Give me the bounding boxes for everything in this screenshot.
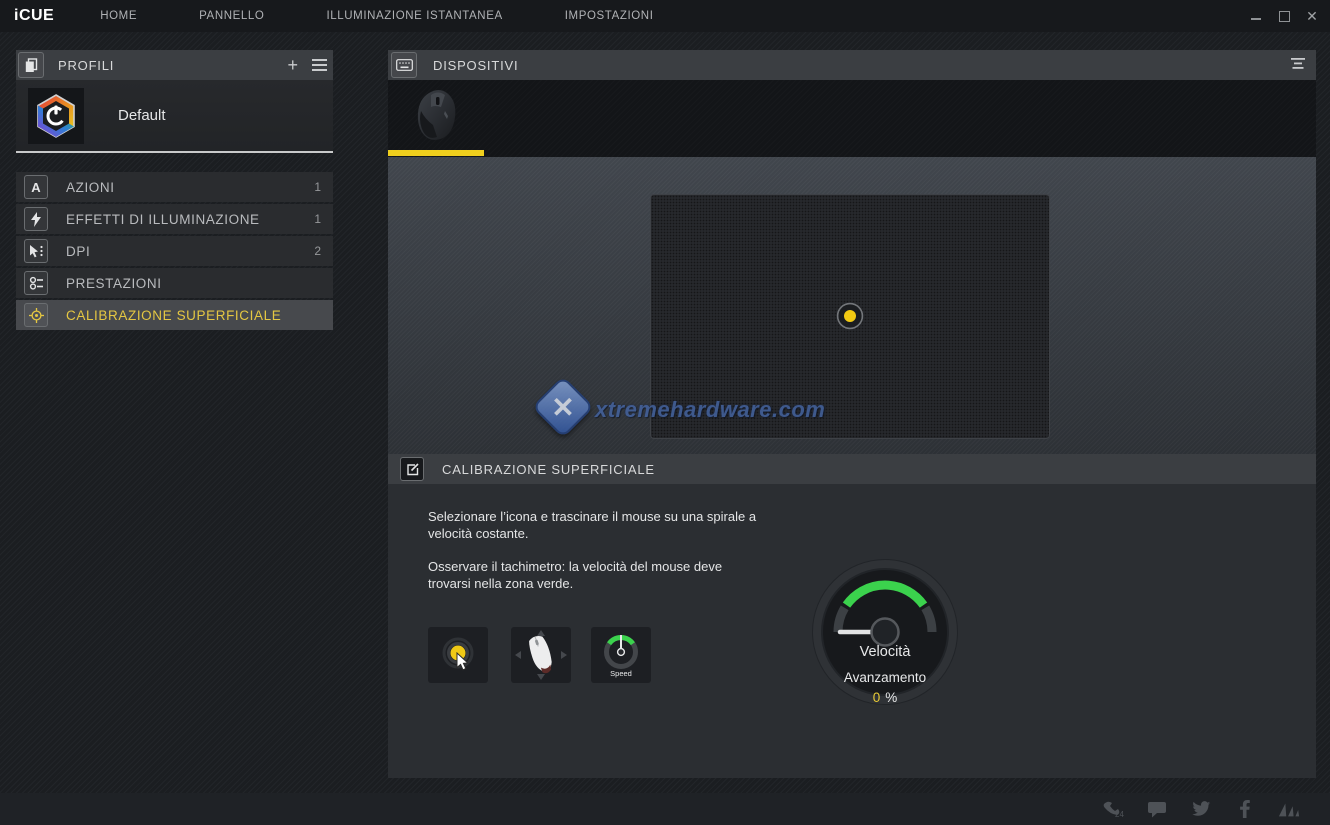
menu-impostazioni[interactable]: IMPOSTAZIONI	[565, 10, 654, 22]
menu-home[interactable]: HOME	[100, 10, 137, 22]
badge-count: 1	[314, 180, 321, 194]
sidebar-item-effetti-di-illuminazione[interactable]: EFFETTI DI ILLUMINAZIONE 1	[16, 204, 333, 234]
minimize-icon[interactable]	[1250, 10, 1262, 22]
chat-icon[interactable]	[1146, 800, 1168, 818]
profili-header: PROFILI +	[16, 50, 333, 80]
window-controls: ✕	[1250, 10, 1318, 22]
profile-menu-icon[interactable]	[312, 56, 327, 74]
calibration-drag-target[interactable]	[836, 302, 864, 330]
instruction-line-1: Selezionare l’icona e trascinare il mous…	[428, 508, 763, 542]
corsair-icon[interactable]	[1278, 800, 1300, 818]
progress-unit: %	[885, 690, 897, 705]
gauge-progress-value: 0%	[810, 690, 960, 705]
close-icon[interactable]: ✕	[1306, 10, 1318, 22]
badge-count: 1	[314, 212, 321, 226]
calibrazione-header: CALIBRAZIONE SUPERFICIALE	[388, 454, 1316, 484]
sliders-icon	[24, 271, 48, 295]
dpi-cursor-icon	[24, 239, 48, 263]
gauge-velocity-label: Velocità	[810, 644, 960, 660]
sidebar-item-azioni[interactable]: A AZIONI 1	[16, 172, 333, 202]
drag-target-tool[interactable]	[428, 627, 488, 683]
gauge-progress-label: Avanzamento	[810, 670, 960, 685]
support-24h-icon[interactable]: 24	[1102, 800, 1124, 818]
titlebar: iCUE HOME PANNELLO ILLUMINAZIONE ISTANTA…	[0, 0, 1330, 32]
mouse-device-image	[405, 85, 467, 147]
device-tab-mouse[interactable]	[388, 82, 484, 150]
calibrazione-title: CALIBRAZIONE SUPERFICIALE	[442, 462, 655, 477]
statusbar: 24	[0, 793, 1330, 825]
edit-icon	[400, 457, 424, 481]
main-menu: HOME PANNELLO ILLUMINAZIONE ISTANTANEA I…	[100, 10, 653, 22]
sidebar-item-prestazioni[interactable]: PRESTAZIONI	[16, 268, 333, 298]
badge-count: 2	[314, 244, 321, 258]
letter-a-icon: A	[24, 175, 48, 199]
svg-text:24: 24	[1115, 810, 1124, 818]
menu-illuminazione-istantanea[interactable]: ILLUMINAZIONE ISTANTANEA	[326, 10, 502, 22]
add-profile-icon[interactable]: +	[287, 56, 298, 74]
dispositivi-header: DISPOSITIVI	[388, 50, 1316, 80]
sidebar-item-calibrazione-superficiale[interactable]: CALIBRAZIONE SUPERFICIALE	[16, 300, 333, 330]
mouse-direction-tool[interactable]	[511, 627, 571, 683]
device-sort-icon[interactable]	[1290, 56, 1306, 74]
speed-gauge-tool[interactable]: Speed	[591, 627, 651, 683]
twitter-icon[interactable]	[1190, 800, 1212, 818]
device-tab-strip	[388, 80, 1316, 157]
calibration-instructions: Selezionare l’icona e trascinare il mous…	[428, 508, 763, 592]
icue-logo: iCUE	[14, 7, 54, 25]
profili-title: PROFILI	[58, 58, 287, 73]
profile-row-default[interactable]: Default	[16, 80, 333, 151]
progress-percent: 0	[873, 690, 881, 705]
profile-divider	[16, 151, 333, 153]
instruction-line-2: Osservare il tachimetro: la velocità del…	[428, 558, 763, 592]
keyboard-icon	[391, 52, 417, 78]
dispositivi-title: DISPOSITIVI	[433, 58, 1290, 73]
sidebar-item-dpi[interactable]: DPI 2	[16, 236, 333, 266]
speed-label: Speed	[610, 669, 632, 678]
menu-pannello[interactable]: PANNELLO	[199, 10, 264, 22]
facebook-icon[interactable]	[1234, 800, 1256, 818]
profile-name: Default	[118, 107, 166, 124]
maximize-icon[interactable]	[1278, 10, 1290, 22]
target-icon	[24, 303, 48, 327]
lightning-icon	[24, 207, 48, 231]
profiles-icon	[18, 52, 44, 78]
icue-window: iCUE HOME PANNELLO ILLUMINAZIONE ISTANTA…	[0, 0, 1330, 825]
profile-avatar	[28, 88, 84, 144]
active-tab-underline	[388, 150, 484, 156]
